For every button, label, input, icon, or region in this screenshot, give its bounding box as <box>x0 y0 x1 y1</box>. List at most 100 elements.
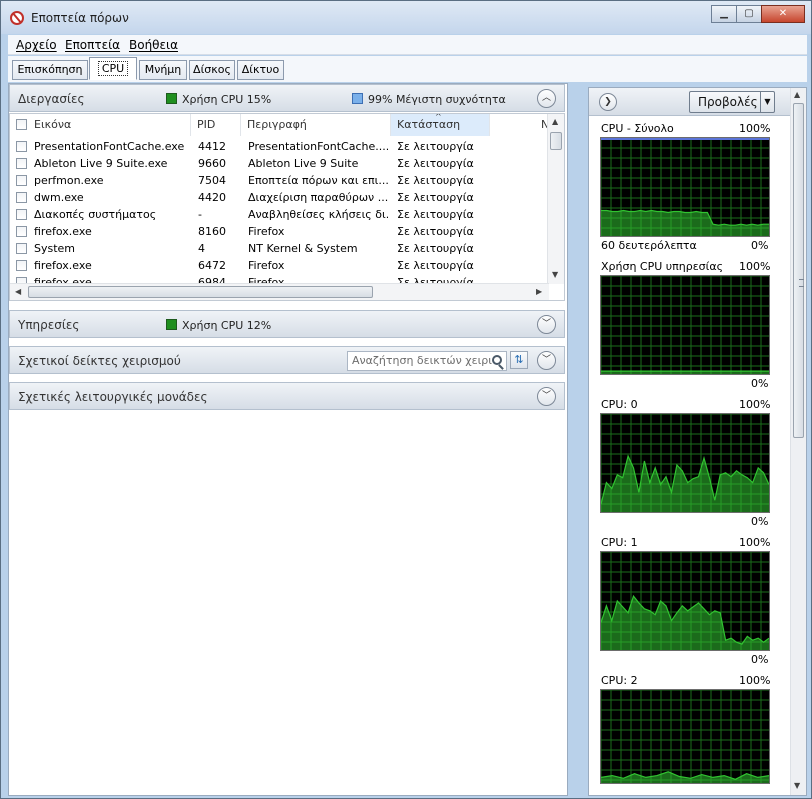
menu-bar: Αρχείο Εποπτεία Βοήθεια <box>8 35 807 55</box>
scroll-up-icon[interactable]: ▲ <box>552 117 558 126</box>
process-pid: 7504 <box>198 174 226 187</box>
row-checkbox[interactable] <box>16 141 27 152</box>
expand-services-button[interactable]: ﹀ <box>537 315 556 334</box>
column-extra[interactable]: Ν <box>490 114 549 136</box>
process-image: Διακοπές συστήματος <box>34 208 157 221</box>
graphs-scroll-down-icon[interactable]: ▼ <box>794 781 800 790</box>
views-dropdown[interactable]: Προβολές ▼ <box>689 91 775 113</box>
processes-title: Διεργασίες <box>18 92 85 106</box>
collapse-processes-button[interactable]: ︿ <box>537 89 556 108</box>
column-description[interactable]: Περιγραφή <box>241 114 391 136</box>
services-cpu-usage: Χρήση CPU 12% <box>166 319 271 332</box>
sort-arrow-icon: ^ <box>435 113 442 121</box>
column-status[interactable]: Κατάσταση ^ <box>391 114 490 136</box>
modules-header[interactable]: Σχετικές λειτουργικές μονάδες ﹀ <box>9 382 565 410</box>
processes-cpu-usage: Χρήση CPU 15% <box>166 93 271 106</box>
tab-disk[interactable]: Δίσκος <box>189 60 235 80</box>
process-pid: - <box>198 208 202 221</box>
process-image: firefox.exe <box>34 225 92 238</box>
minimize-button[interactable]: ▁ <box>711 5 737 23</box>
graph-title: Χρήση CPU υπηρεσίας <box>601 260 724 273</box>
expand-handles-button[interactable]: ﹀ <box>537 351 556 370</box>
scroll-down-icon[interactable]: ▼ <box>552 270 558 279</box>
process-pid: 4412 <box>198 140 226 153</box>
process-description: Firefox <box>248 225 285 238</box>
title-bar[interactable]: Εποπτεία πόρων ▁ ▢ ✕ <box>1 1 811 34</box>
process-pid: 4420 <box>198 191 226 204</box>
row-checkbox[interactable] <box>16 175 27 186</box>
tab-network[interactable]: Δίκτυο <box>237 60 284 80</box>
graphs-vertical-scrollbar[interactable]: ▲ ▼ <box>790 88 806 795</box>
collapse-graphs-button[interactable]: ❯ <box>599 93 617 111</box>
close-button[interactable]: ✕ <box>761 5 805 23</box>
processes-max-frequency: 99% Μέγιστη συχνότητα <box>352 93 506 106</box>
tab-disk-label: Δίσκος <box>193 63 231 76</box>
row-checkbox[interactable] <box>16 243 27 254</box>
refresh-search-button[interactable]: ⇅ <box>510 351 528 369</box>
graphs-vscroll-thumb[interactable] <box>793 103 804 438</box>
process-image: firefox.exe <box>34 259 92 272</box>
process-status: Σε λειτουργία <box>397 140 474 153</box>
tab-overview[interactable]: Επισκόπηση <box>12 60 88 80</box>
row-checkbox[interactable] <box>16 226 27 237</box>
row-checkbox[interactable] <box>16 158 27 169</box>
services-header[interactable]: Υπηρεσίες Χρήση CPU 12% ﹀ <box>9 310 565 338</box>
processes-vscroll-thumb[interactable] <box>550 132 562 150</box>
graph-title: CPU: 1 <box>601 536 638 549</box>
menu-file[interactable]: Αρχείο <box>16 38 57 52</box>
tab-cpu[interactable]: CPU <box>89 57 137 80</box>
process-status: Σε λειτουργία <box>397 208 474 221</box>
column-image[interactable]: Εικόνα <box>10 114 191 136</box>
table-row[interactable]: System 4 NT Kernel & System Σε λειτουργία <box>10 240 545 257</box>
process-pid: 9660 <box>198 157 226 170</box>
table-row[interactable]: Διακοπές συστήματος - Αναβληθείσες κλήσεις… <box>10 206 545 223</box>
processes-max-frequency-text: 99% Μέγιστη συχνότητα <box>368 93 506 106</box>
graph-max-value: 100% <box>739 674 771 687</box>
table-row[interactable]: Ableton Live 9 Suite.exe 9660 Ableton Live… <box>10 155 545 172</box>
process-image: perfmon.exe <box>34 174 104 187</box>
table-row[interactable]: PresentationFontCache.exe 4412 Presentatio… <box>10 138 545 155</box>
handles-search-input[interactable]: Αναζήτηση δεικτών χειρι <box>347 351 507 371</box>
handles-header[interactable]: Σχετικοί δείκτες χειρισμού Αναζήτηση δει… <box>9 346 565 374</box>
graph-min-value: 0% <box>751 377 769 390</box>
tab-memory[interactable]: Μνήμη <box>139 60 187 80</box>
processes-horizontal-scrollbar[interactable]: ◀ ▶ <box>10 283 549 300</box>
modules-title: Σχετικές λειτουργικές μονάδες <box>18 390 208 404</box>
services-cpu-usage-text: Χρήση CPU 12% <box>182 319 272 332</box>
processes-hscroll-thumb[interactable] <box>28 286 373 298</box>
processes-vertical-scrollbar[interactable]: ▲ ▼ <box>547 114 564 284</box>
window-title: Εποπτεία πόρων <box>31 11 129 25</box>
processes-cpu-usage-text: Χρήση CPU 15% <box>182 93 272 106</box>
table-row[interactable]: firefox.exe 8160 Firefox Σε λειτουργία <box>10 223 545 240</box>
select-all-checkbox[interactable] <box>16 119 27 130</box>
menu-monitor[interactable]: Εποπτεία <box>65 38 120 52</box>
row-checkbox[interactable] <box>16 209 27 220</box>
expand-modules-button[interactable]: ﹀ <box>537 387 556 406</box>
search-icon[interactable] <box>492 355 502 365</box>
chevron-down-icon: ▼ <box>760 92 774 112</box>
process-description: NT Kernel & System <box>248 242 358 255</box>
processes-header[interactable]: Διεργασίες Χρήση CPU 15% 99% Μέγιστη συχ… <box>9 84 565 112</box>
table-row[interactable]: perfmon.exe 7504 Εποπτεία πόρων και επι...… <box>10 172 545 189</box>
scroll-left-icon[interactable]: ◀ <box>15 287 21 296</box>
graph-title: CPU - Σύνολο <box>601 122 674 135</box>
cpu-graph-plot <box>600 275 771 376</box>
column-image-label: Εικόνα <box>34 118 72 131</box>
table-row[interactable]: dwm.exe 4420 Διαχείριση παραθύρων ... Σε λε… <box>10 189 545 206</box>
process-pid: 4 <box>198 242 205 255</box>
graphs-scroll-up-icon[interactable]: ▲ <box>794 90 800 99</box>
row-checkbox[interactable] <box>16 192 27 203</box>
process-status: Σε λειτουργία <box>397 191 474 204</box>
table-row[interactable]: firefox.exe 6472 Firefox Σε λειτουργία <box>10 257 545 274</box>
row-checkbox[interactable] <box>16 260 27 271</box>
left-pane: Διεργασίες Χρήση CPU 15% 99% Μέγιστη συχ… <box>8 83 568 796</box>
process-description: PresentationFontCache.... <box>248 140 388 153</box>
process-pid: 8160 <box>198 225 226 238</box>
tab-cpu-label: CPU <box>97 61 129 76</box>
menu-help[interactable]: Βοήθεια <box>129 38 178 52</box>
cpu-graph-plot <box>600 689 771 785</box>
maximize-button[interactable]: ▢ <box>736 5 762 23</box>
scroll-right-icon[interactable]: ▶ <box>536 287 542 296</box>
column-pid[interactable]: PID <box>191 114 241 136</box>
scroll-grip-icon <box>799 279 804 287</box>
